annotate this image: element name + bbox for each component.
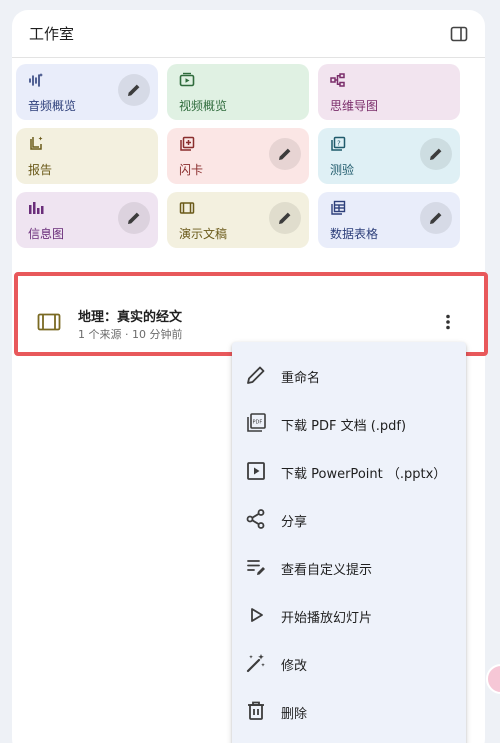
tile-label: 信息图 <box>28 227 65 241</box>
tile-label: 闪卡 <box>179 163 204 177</box>
audio-waveform-icon <box>28 72 44 88</box>
menu-item-label: 下载 PDF 文档 (.pdf) <box>281 419 407 434</box>
menu-item-label: 重命名 <box>281 371 321 386</box>
item-title: 地理：真实的经文 <box>78 310 183 325</box>
menu-item-share[interactable]: 分享 <box>232 495 466 543</box>
tile-data-table[interactable]: 数据表格 <box>318 192 460 248</box>
menu-item-rename[interactable]: 重命名 <box>232 351 466 399</box>
panel-toggle-icon[interactable] <box>447 22 471 46</box>
pencil-icon <box>244 363 268 387</box>
tile-label: 报告 <box>28 163 53 177</box>
edit-pencil-icon[interactable] <box>420 138 452 170</box>
mind-map-icon <box>330 72 346 88</box>
tile-label: 数据表格 <box>330 227 379 241</box>
menu-item-modify[interactable]: 修改 <box>232 639 466 687</box>
svg-text:PDF: PDF <box>253 420 263 426</box>
share-icon <box>244 507 268 531</box>
studio-header: 工作室 <box>12 10 485 58</box>
edit-pencil-icon[interactable] <box>420 202 452 234</box>
tile-mind-map[interactable]: 思维导图 <box>318 64 460 120</box>
menu-item-label: 修改 <box>281 659 308 674</box>
menu-item-start-slideshow[interactable]: 开始播放幻灯片 <box>232 591 466 639</box>
studio-title: 工作室 <box>29 25 75 43</box>
quiz-icon: ? <box>330 136 346 152</box>
menu-item-label: 删除 <box>281 707 308 722</box>
tile-label: 测验 <box>330 163 355 177</box>
tile-slides[interactable]: 演示文稿 <box>167 192 309 248</box>
infographic-icon <box>28 200 44 216</box>
tile-audio-overview[interactable]: 音频概览 <box>16 64 158 120</box>
tile-flashcards[interactable]: 闪卡 <box>167 128 309 184</box>
tile-infographic[interactable]: 信息图 <box>16 192 158 248</box>
svg-text:?: ? <box>337 140 341 148</box>
menu-item-label: 查看自定义提示 <box>281 563 373 578</box>
data-table-icon <box>330 200 346 216</box>
menu-item-download-pdf[interactable]: PDF 下载 PDF 文档 (.pdf) <box>232 399 466 447</box>
edit-pencil-icon[interactable] <box>269 202 301 234</box>
edit-pencil-icon[interactable] <box>269 138 301 170</box>
menu-item-label: 开始播放幻灯片 <box>281 611 373 626</box>
tile-label: 演示文稿 <box>179 227 228 241</box>
tile-label: 视频概览 <box>179 99 228 113</box>
menu-item-download-pptx[interactable]: 下载 PowerPoint （.pptx） <box>232 447 466 495</box>
report-icon <box>28 136 44 152</box>
pdf-icon: PDF <box>244 411 268 435</box>
studio-tools-grid: 音频概览 视频概览 思维导图 报告 闪卡 ? 测验 信息图 演示文稿 数据表格 <box>16 64 460 248</box>
play-box-icon <box>244 459 268 483</box>
tile-label: 思维导图 <box>330 99 379 113</box>
menu-item-view-prompt[interactable]: 查看自定义提示 <box>232 543 466 591</box>
tile-quiz[interactable]: ? 测验 <box>318 128 460 184</box>
menu-item-label: 分享 <box>281 515 308 530</box>
tile-label: 音频概览 <box>28 99 77 113</box>
tile-video-overview[interactable]: 视频概览 <box>167 64 309 120</box>
flashcards-icon <box>179 136 195 152</box>
menu-item-delete[interactable]: 删除 <box>232 687 466 735</box>
slides-icon <box>179 200 195 216</box>
menu-item-label: 下载 PowerPoint （.pptx） <box>281 467 447 482</box>
context-menu: 重命名 PDF 下载 PDF 文档 (.pdf) 下载 PowerPoint （… <box>232 342 466 743</box>
slides-icon <box>37 312 61 332</box>
magic-wand-icon <box>244 651 268 675</box>
item-meta: 1 个来源 · 10 分钟前 <box>78 328 183 341</box>
video-icon <box>179 72 195 88</box>
edit-pencil-icon[interactable] <box>118 74 150 106</box>
trash-icon <box>244 699 268 723</box>
play-icon <box>244 603 268 627</box>
tile-report[interactable]: 报告 <box>16 128 158 184</box>
edit-note-icon <box>244 555 268 579</box>
more-vert-icon[interactable] <box>438 312 458 332</box>
avatar[interactable] <box>486 664 500 694</box>
edit-pencil-icon[interactable] <box>118 202 150 234</box>
